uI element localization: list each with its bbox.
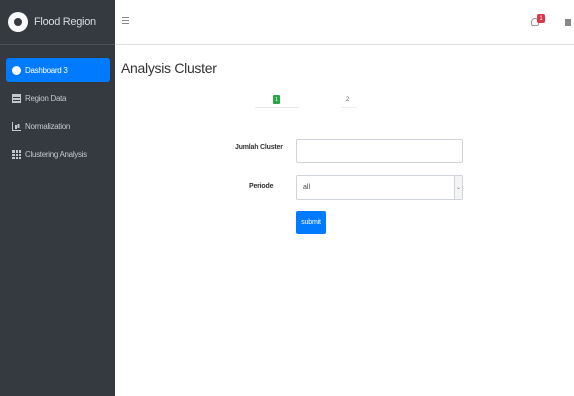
brand-link[interactable]: Flood Region bbox=[0, 0, 115, 45]
sidebar-item-normalization[interactable]: Normalization bbox=[6, 114, 110, 138]
apps-icon[interactable] bbox=[565, 19, 571, 26]
sidebar-nav: Dashboard 3 Region Data Normalization Cl… bbox=[6, 58, 110, 170]
sidebar-item-label: Dashboard 3 bbox=[25, 65, 68, 75]
table-icon bbox=[12, 93, 21, 103]
periode-label: Periode bbox=[249, 183, 274, 190]
notification-badge: 1 bbox=[537, 14, 545, 23]
submit-button[interactable]: submit bbox=[296, 211, 326, 234]
step-1-indicator[interactable]: 1 bbox=[273, 95, 280, 104]
top-navbar: 1 bbox=[115, 0, 574, 45]
periode-select[interactable]: all ⌄ bbox=[296, 175, 463, 200]
brand-name: Flood Region bbox=[34, 16, 96, 28]
jumlah-cluster-input[interactable] bbox=[296, 139, 463, 163]
grid-icon bbox=[12, 149, 21, 159]
page-title: Analysis Cluster bbox=[121, 60, 217, 76]
sidebar-item-label: Normalization bbox=[25, 121, 71, 131]
step-2-caption bbox=[341, 107, 357, 108]
brand-logo-icon bbox=[8, 12, 28, 32]
step-1-caption bbox=[255, 107, 299, 108]
sidebar: Flood Region Dashboard 3 Region Data Nor… bbox=[0, 0, 115, 396]
chevron-down-icon: ⌄ bbox=[454, 176, 462, 199]
sidebar-item-label: Clustering Analysis bbox=[25, 149, 87, 159]
chart-icon bbox=[12, 121, 21, 131]
step-2-indicator[interactable]: 2 bbox=[345, 96, 350, 104]
sidebar-item-label: Region Data bbox=[25, 93, 67, 103]
periode-selected-value: all bbox=[303, 184, 311, 191]
hamburger-icon[interactable] bbox=[122, 17, 129, 18]
dashboard-icon bbox=[12, 65, 21, 75]
sidebar-item-clustering-analysis[interactable]: Clustering Analysis bbox=[6, 142, 110, 166]
sidebar-item-region-data[interactable]: Region Data bbox=[6, 86, 110, 110]
main-content: Analysis Cluster 1 2 Jumlah Cluster Peri… bbox=[115, 45, 574, 396]
jumlah-cluster-label: Jumlah Cluster bbox=[235, 144, 283, 151]
sidebar-item-dashboard[interactable]: Dashboard 3 bbox=[6, 58, 110, 82]
